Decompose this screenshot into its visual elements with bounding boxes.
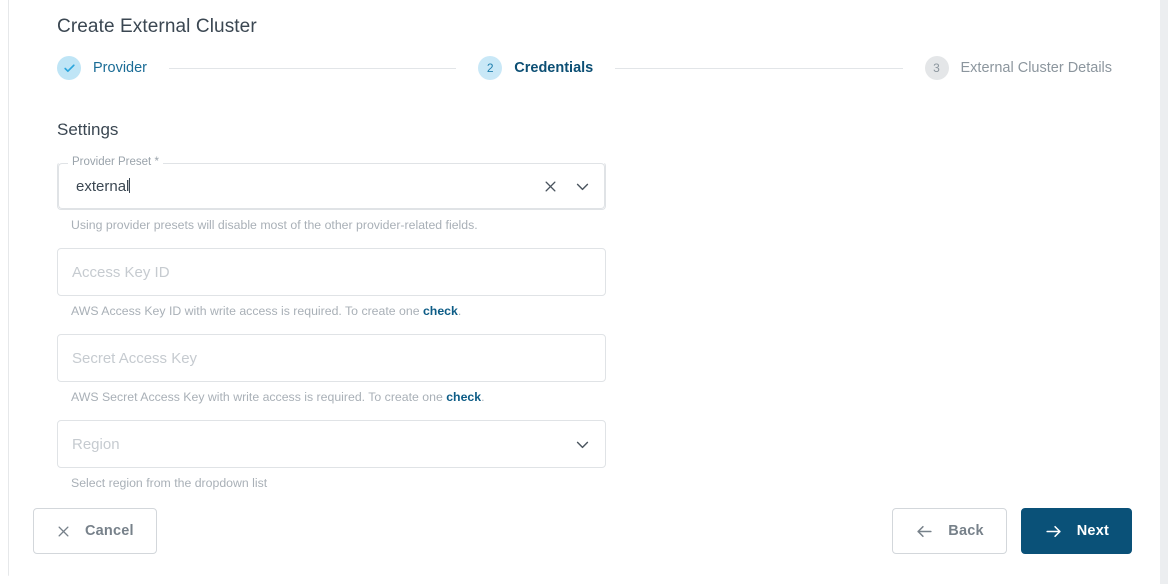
secret-access-key-hint-link[interactable]: check	[446, 390, 481, 404]
provider-preset-value: external	[72, 178, 541, 195]
page-title: Create External Cluster	[57, 16, 1136, 38]
access-key-id-hint-text: AWS Access Key ID with write access is r…	[71, 304, 423, 318]
cancel-button-label: Cancel	[85, 523, 134, 539]
step-indicator-provider	[57, 56, 81, 80]
region-select[interactable]: Region	[57, 420, 606, 468]
next-button[interactable]: Next	[1021, 508, 1132, 554]
region-actions	[573, 435, 591, 453]
dialog-footer: Cancel Back Next	[33, 508, 1132, 554]
check-icon	[63, 62, 76, 75]
provider-preset-hint: Using provider presets will disable most…	[71, 218, 606, 232]
cancel-button[interactable]: Cancel	[33, 508, 157, 554]
access-key-id-hint: AWS Access Key ID with write access is r…	[71, 304, 606, 318]
field-group-access-key-id: Access Key ID AWS Access Key ID with wri…	[57, 248, 606, 318]
arrow-left-icon	[915, 522, 934, 541]
access-key-id-hint-suffix: .	[458, 304, 461, 318]
region-hint: Select region from the dropdown list	[71, 476, 606, 490]
stepper-step-provider[interactable]: Provider	[57, 56, 147, 80]
step-number-2: 2	[487, 61, 494, 75]
field-group-secret-access-key: Secret Access Key AWS Secret Access Key …	[57, 334, 606, 404]
stepper-step-external-cluster-details[interactable]: 3 External Cluster Details	[925, 56, 1113, 80]
step-number-3: 3	[933, 61, 940, 75]
provider-preset-label: Provider Preset *	[72, 156, 159, 168]
secret-access-key-field[interactable]: Secret Access Key	[57, 334, 606, 382]
stepper-connector-2	[615, 68, 902, 69]
footer-nav-buttons: Back Next	[892, 508, 1132, 554]
stepper-label-credentials: Credentials	[514, 60, 593, 76]
stepper-connector-1	[169, 68, 456, 69]
region-placeholder: Region	[72, 436, 573, 453]
chevron-down-icon[interactable]	[573, 435, 591, 453]
provider-preset-actions	[541, 177, 591, 195]
field-group-region: Region Select region from the dropdown l…	[57, 420, 606, 490]
back-button[interactable]: Back	[892, 508, 1006, 554]
stepper-label-external-cluster-details: External Cluster Details	[961, 60, 1113, 76]
access-key-id-placeholder: Access Key ID	[72, 264, 591, 281]
section-title-settings: Settings	[57, 120, 1136, 140]
secret-access-key-placeholder: Secret Access Key	[72, 350, 591, 367]
credentials-form: Provider Preset * external	[57, 162, 606, 490]
next-button-label: Next	[1077, 523, 1109, 539]
secret-access-key-hint-suffix: .	[481, 390, 484, 404]
stepper-step-credentials[interactable]: 2 Credentials	[478, 56, 593, 80]
secret-access-key-hint: AWS Secret Access Key with write access …	[71, 390, 606, 404]
back-button-label: Back	[948, 523, 983, 539]
provider-preset-select[interactable]: Provider Preset * external	[57, 162, 606, 210]
close-icon	[56, 524, 71, 539]
vertical-scrollbar[interactable]	[1160, 0, 1168, 584]
access-key-id-hint-link[interactable]: check	[423, 304, 458, 318]
secret-access-key-hint-text: AWS Secret Access Key with write access …	[71, 390, 446, 404]
step-indicator-external-cluster-details: 3	[925, 56, 949, 80]
stepper-label-provider: Provider	[93, 60, 147, 76]
access-key-id-field[interactable]: Access Key ID	[57, 248, 606, 296]
close-icon[interactable]	[541, 177, 559, 195]
wizard-stepper: Provider 2 Credentials 3 External Cluste…	[57, 56, 1136, 80]
chevron-down-icon[interactable]	[573, 177, 591, 195]
field-group-provider-preset: Provider Preset * external	[57, 162, 606, 232]
arrow-right-icon	[1044, 522, 1063, 541]
dialog-content: Create External Cluster Provider 2 Crede…	[9, 0, 1160, 576]
step-indicator-credentials: 2	[478, 56, 502, 80]
